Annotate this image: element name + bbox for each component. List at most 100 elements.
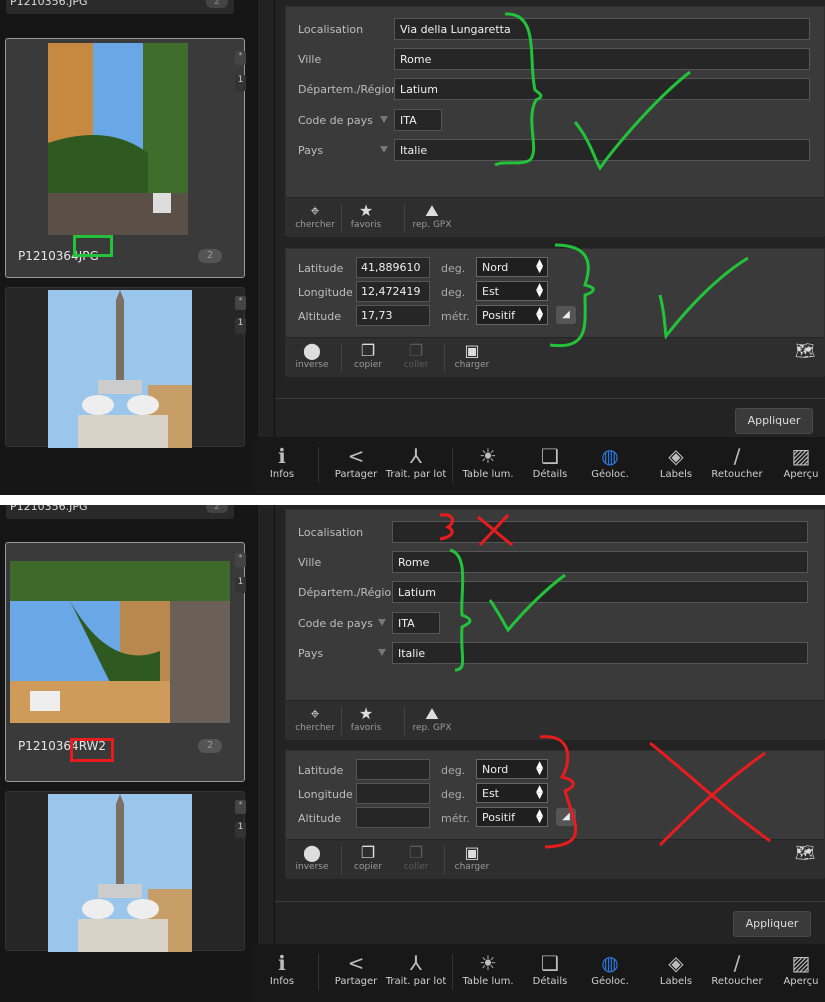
tab-geoloc[interactable]: ◍ Géoloc. [585, 950, 635, 987]
thumbnail-card-next[interactable]: * 1 [5, 791, 246, 952]
altitude-lock-icon[interactable]: ◢ [556, 808, 576, 826]
tab-apercu[interactable]: ▨ Aperçu [778, 443, 824, 480]
inverse-button[interactable]: ⬤ inverse [292, 342, 332, 371]
latitude-field[interactable] [356, 759, 430, 780]
code-pays-field[interactable]: ITA [392, 612, 440, 634]
inverse-button[interactable]: ⬤ inverse [292, 844, 332, 873]
latitude-direction-select[interactable]: Nord ▲ ▼ [476, 759, 548, 779]
tab-divider [452, 954, 453, 990]
altitude-field[interactable] [356, 807, 430, 828]
tab-infos[interactable]: ℹ Infos [267, 443, 297, 480]
prev-thumbnail-label[interactable]: P1210356.JPG 2 [6, 505, 234, 519]
charger-button[interactable]: ▣ charger [452, 843, 492, 873]
globe-icon: ◍ [601, 951, 619, 975]
localisation-field[interactable]: Via della Lungaretta [394, 18, 810, 40]
chercher-button[interactable]: ⌖ chercher [292, 202, 338, 231]
tab-labels[interactable]: ◈ Labels [653, 950, 699, 987]
annotation-red-box [70, 738, 114, 762]
tab-trait-par-lot[interactable]: ⅄ Trait. par lot [382, 443, 450, 480]
longitude-direction-select[interactable]: Est ▲ ▼ [476, 783, 548, 803]
prev-count-badge: 2 [206, 505, 228, 513]
dropdown-triangle-icon[interactable] [380, 146, 388, 153]
load-image-icon: ▣ [464, 843, 480, 862]
order-tab[interactable]: 1 [235, 318, 246, 334]
longitude-field[interactable] [356, 783, 430, 804]
panel-divider [275, 398, 825, 399]
latitude-unit: deg. [441, 764, 466, 777]
tab-trait-par-lot[interactable]: ⅄ Trait. par lot [382, 950, 450, 987]
rating-tab[interactable]: * [235, 553, 246, 567]
thumbnail-card-selected[interactable]: * 1 P1210364RW2 2 [5, 542, 246, 782]
localisation-field[interactable] [392, 521, 808, 543]
tag-icon: ◈ [668, 444, 684, 468]
book-icon: ❑ [541, 951, 559, 975]
tab-labels[interactable]: ◈ Labels [653, 443, 699, 480]
toolbar-divider [341, 204, 342, 232]
batch-icon: ⅄ [409, 951, 423, 975]
dropdown-triangle-icon[interactable] [380, 116, 388, 123]
region-field[interactable]: Latium [392, 581, 808, 603]
latitude-field[interactable]: 41,889610 [356, 257, 430, 278]
row-altitude: Altitude 17,73 métr. Positif ▲ ▼ ◢ [286, 305, 824, 327]
ville-field[interactable]: Rome [392, 551, 808, 573]
right-panel: Localisation Ville Rome Départem./Région… [274, 505, 825, 1002]
tab-geoloc[interactable]: ◍ Géoloc. [585, 443, 635, 480]
gps-section: Latitude 41,889610 deg. Nord ▲ ▼ Longitude… [285, 248, 825, 377]
longitude-direction-select[interactable]: Est ▲ ▼ [476, 281, 548, 301]
gps-toolbar: ⬤ inverse ❐ copier ❐ coller ▣ charger 🗺 [286, 839, 824, 879]
code-pays-field[interactable]: ITA [394, 109, 442, 131]
altitude-sign-select[interactable]: Positif ▲ ▼ [476, 807, 548, 827]
rating-tab[interactable]: * [235, 800, 246, 814]
order-tab[interactable]: 1 [235, 577, 246, 593]
coller-button[interactable]: ❐ coller [398, 342, 434, 371]
tab-details[interactable]: ❑ Détails [527, 950, 573, 987]
brush-icon: ∕ [733, 951, 741, 975]
rating-tab[interactable]: * [235, 296, 246, 310]
order-tab[interactable]: 1 [235, 822, 246, 838]
stepper-arrows-icon: ▲ ▼ [536, 306, 543, 323]
region-label: Départem./Région [298, 83, 399, 96]
tab-table-lum[interactable]: ☀ Table lum. [459, 443, 517, 480]
charger-button[interactable]: ▣ charger [452, 342, 492, 371]
map-button[interactable]: 🗺 [792, 844, 818, 862]
dropdown-triangle-icon[interactable] [378, 649, 386, 656]
altitude-lock-icon[interactable]: ◢ [556, 306, 576, 324]
copy-icon: ❐ [360, 843, 376, 862]
pays-field[interactable]: Italie [394, 139, 810, 161]
tab-retoucher[interactable]: ∕ Retoucher [706, 443, 768, 480]
altitude-sign-select[interactable]: Positif ▲ ▼ [476, 305, 548, 325]
region-field[interactable]: Latium [394, 78, 810, 100]
tab-table-lum[interactable]: ☀ Table lum. [459, 950, 517, 987]
tab-retoucher[interactable]: ∕ Retoucher [706, 950, 768, 987]
order-tab[interactable]: 1 [235, 75, 246, 91]
version-count-badge: 2 [198, 739, 222, 753]
longitude-field[interactable]: 12,472419 [356, 281, 430, 302]
tab-infos[interactable]: ℹ Infos [267, 950, 297, 987]
rating-tab[interactable]: * [235, 51, 246, 65]
prev-thumbnail-label[interactable]: P1210356.JPG 2 [6, 0, 234, 14]
gpx-button[interactable]: ⛰ rep. GPX [408, 202, 456, 231]
tab-details[interactable]: ❑ Détails [527, 443, 573, 480]
tab-partager[interactable]: < Partager [330, 950, 382, 987]
altitude-field[interactable]: 17,73 [356, 305, 430, 326]
copier-button[interactable]: ❐ copier [348, 843, 388, 873]
row-latitude: Latitude deg. Nord ▲ ▼ [286, 759, 824, 781]
ville-field[interactable]: Rome [394, 48, 810, 70]
copier-button[interactable]: ❐ copier [348, 342, 388, 371]
gpx-button[interactable]: ⛰ rep. GPX [408, 705, 456, 734]
dropdown-triangle-icon[interactable] [378, 619, 386, 626]
map-icon: 🗺 [794, 341, 816, 360]
thumbnail-card-selected[interactable]: * 1 P1210364JPG 2 [5, 38, 246, 278]
latitude-direction-select[interactable]: Nord ▲ ▼ [476, 257, 548, 277]
map-button[interactable]: 🗺 [792, 342, 818, 360]
favoris-button[interactable]: ★ favoris [346, 705, 386, 734]
tab-partager[interactable]: < Partager [330, 443, 382, 480]
apply-button[interactable]: Appliquer [733, 911, 811, 937]
apply-button[interactable]: Appliquer [735, 408, 813, 434]
favoris-button[interactable]: ★ favoris [346, 202, 386, 231]
tab-apercu[interactable]: ▨ Aperçu [778, 950, 824, 987]
thumbnail-card-next[interactable]: * 1 [5, 287, 246, 448]
coller-button[interactable]: ❐ coller [398, 844, 434, 873]
pays-field[interactable]: Italie [392, 642, 808, 664]
chercher-button[interactable]: ⌖ chercher [292, 705, 338, 734]
